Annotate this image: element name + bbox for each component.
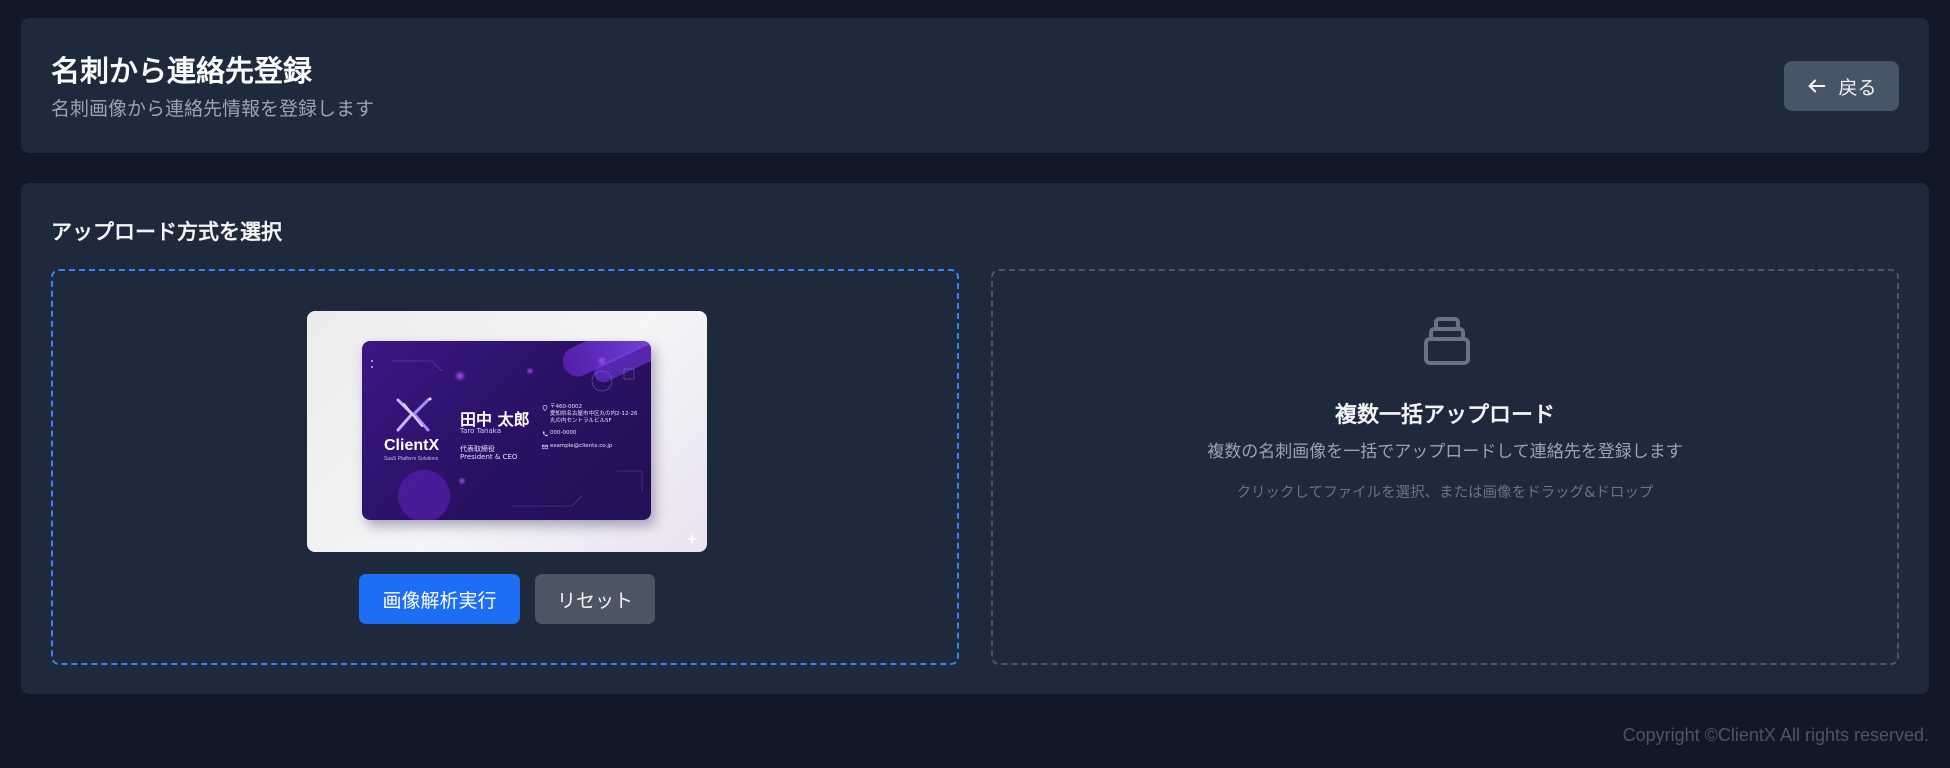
reset-button[interactable]: リセット [535, 574, 655, 624]
card-tagline: SaaS Platform Solutions [384, 456, 439, 462]
card-brand: ClientX [384, 437, 440, 454]
analyze-image-button[interactable]: 画像解析実行 [359, 574, 520, 624]
card-postal: 〒460-0002 [550, 404, 582, 410]
card-image-preview: ClientX SaaS Platform Solutions 田中 太郎 Ta… [307, 311, 707, 552]
back-button-label: 戻る [1838, 76, 1877, 99]
location-icon [542, 405, 548, 411]
page-subtitle: 名刺画像から連絡先情報を登録します [51, 98, 375, 120]
bulk-upload-hint: クリックしてファイルを選択、または画像をドラッグ&ドロップ [1236, 485, 1654, 501]
bulk-upload-zone[interactable]: 複数一括アップロード 複数の名刺画像を一括でアップロードして連絡先を登録します … [991, 269, 1899, 665]
header-panel: 名刺から連絡先登録 名刺画像から連絡先情報を登録します 戻る [21, 18, 1929, 153]
card-name-en: Taro Tanaka [460, 427, 501, 435]
card-address-line1: 愛知県名古屋市中区丸の内2-12-26 [550, 411, 638, 417]
card-phone: 000-0000 [550, 430, 577, 436]
arrow-left-icon [1809, 79, 1826, 93]
bulk-upload-title: 複数一括アップロード [1334, 403, 1555, 428]
card-address-line2: 丸の内セントラルビル5F [550, 418, 612, 424]
back-button[interactable]: 戻る [1784, 61, 1899, 111]
phone-icon [542, 431, 548, 437]
copyright: Copyright ©ClientX All rights reserved. [1622, 725, 1929, 745]
single-upload-zone[interactable]: ClientX SaaS Platform Solutions 田中 太郎 Ta… [51, 269, 959, 665]
page-title: 名刺から連絡先登録 [51, 54, 313, 88]
card-email: example@clientx.co.jp [550, 443, 613, 449]
card-role-en: President & CEO [460, 453, 518, 461]
mail-icon [542, 444, 548, 450]
sparkle-icon [685, 532, 699, 546]
clientx-logo-icon [396, 397, 432, 432]
business-card: ClientX SaaS Platform Solutions 田中 太郎 Ta… [362, 341, 651, 520]
section-title: アップロード方式を選択 [51, 220, 282, 244]
stack-icon [1424, 317, 1470, 365]
bulk-upload-description: 複数の名刺画像を一括でアップロードして連絡先を登録します [1207, 442, 1683, 462]
upload-panel: アップロード方式を選択 ClientX SaaS Platform Soluti… [21, 183, 1929, 694]
